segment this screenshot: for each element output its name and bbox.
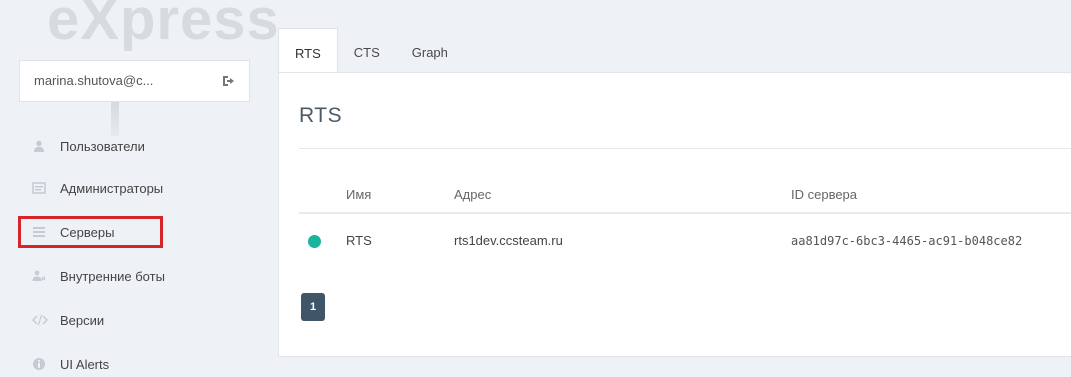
sidebar-item-admins[interactable]: Администраторы [32, 175, 163, 201]
column-header-address: Адрес [454, 187, 492, 202]
sidebar-item-versions[interactable]: Версии [32, 307, 104, 333]
id-card-icon [32, 181, 46, 195]
sidebar-item-label: UI Alerts [60, 356, 110, 372]
logout-icon[interactable] [221, 74, 235, 88]
sidebar-item-ui-alerts[interactable]: UI Alerts [32, 351, 109, 377]
column-header-name: Имя [346, 187, 372, 202]
sidebar-item-servers[interactable]: Серверы [18, 216, 163, 248]
logo-decoration [111, 96, 119, 136]
logo: eXpress [47, 0, 280, 52]
sidebar-item-label: Серверы [60, 224, 115, 240]
tab-graph[interactable]: Graph [396, 28, 464, 73]
cell-server-id: aa81d97c-6bc3-4465-ac91-b048ce82 [791, 234, 1023, 248]
table-header-divider [299, 212, 1071, 214]
page-title: RTS [299, 104, 343, 127]
sidebar-item-label: Версии [60, 312, 105, 328]
info-icon [32, 357, 46, 371]
user-icon [32, 139, 46, 153]
user-email: marina.shutova@c... [34, 73, 154, 88]
user-box: marina.shutova@c... [19, 60, 250, 102]
column-header-server-id: ID сервера [791, 187, 858, 202]
content-panel: RTS Имя Адрес ID сервера RTS rts1dev.ccs… [278, 72, 1071, 357]
sidebar-item-internal-bots[interactable]: Внутренние боты [32, 263, 165, 289]
code-icon [32, 313, 48, 327]
sidebar-item-label: Пользователи [60, 138, 145, 154]
sidebar-item-label: Администраторы [60, 180, 164, 196]
pagination-page-button[interactable]: 1 [301, 293, 325, 321]
status-indicator [308, 235, 321, 248]
cell-address: rts1dev.ccsteam.ru [454, 233, 563, 248]
tab-cts[interactable]: CTS [338, 28, 396, 73]
divider [299, 148, 1071, 149]
bots-icon [32, 269, 46, 283]
tab-bar: RTS CTS Graph [278, 28, 464, 73]
tab-rts[interactable]: RTS [278, 28, 338, 73]
list-icon [32, 225, 46, 239]
cell-name: RTS [346, 233, 372, 248]
sidebar: eXpress marina.shutova@c... Пользователи [0, 0, 279, 377]
sidebar-item-label: Внутренние боты [60, 268, 165, 284]
sidebar-item-users[interactable]: Пользователи [32, 133, 145, 159]
